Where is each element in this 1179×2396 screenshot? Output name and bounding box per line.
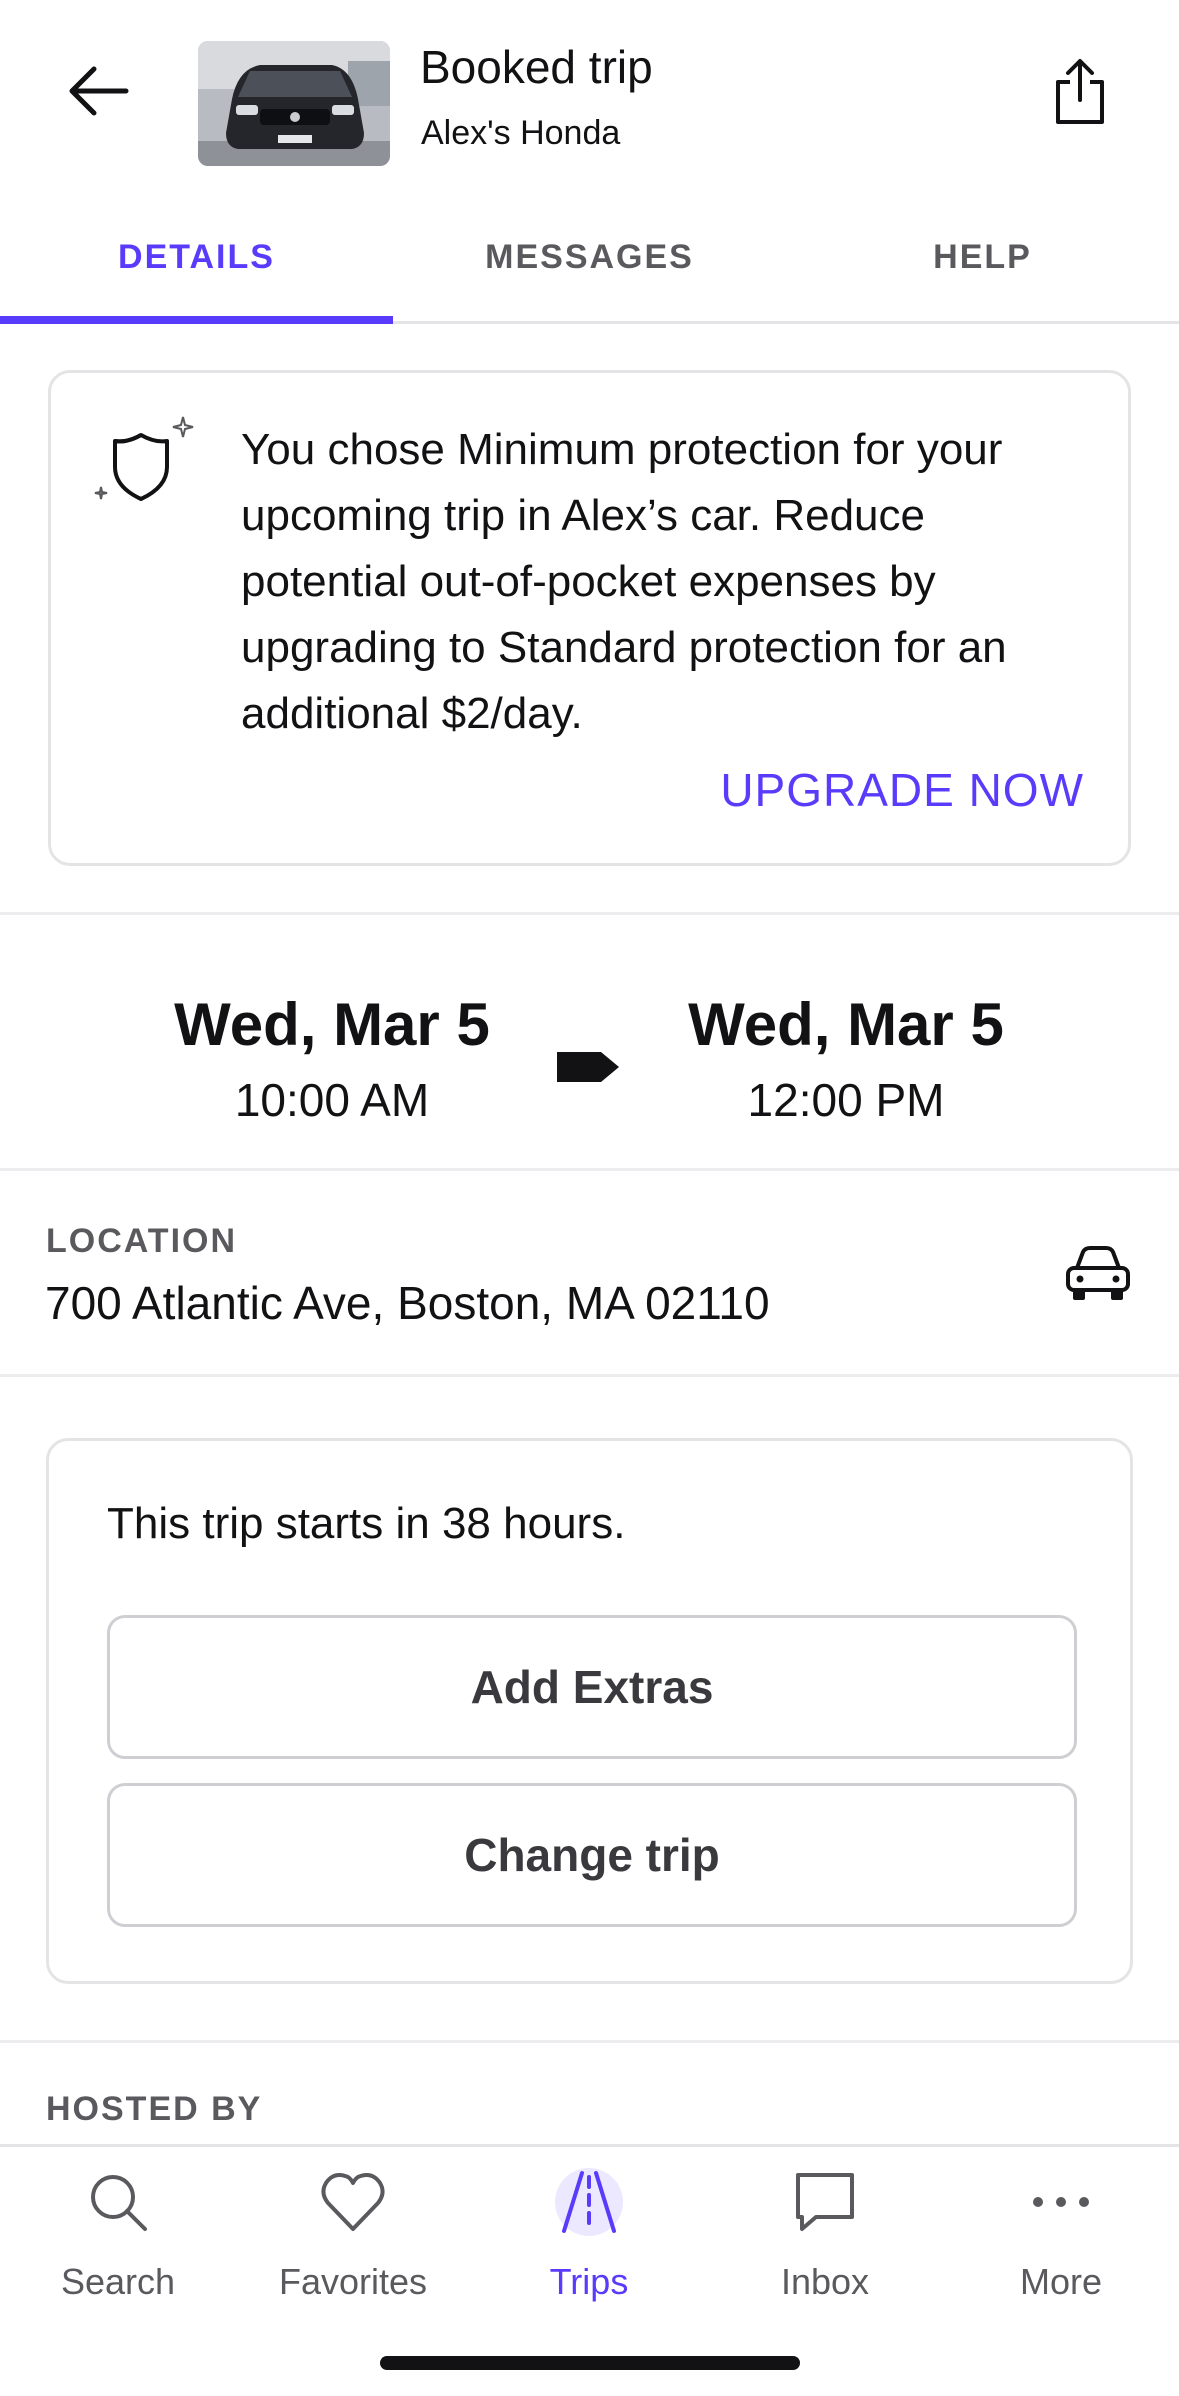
tab-details[interactable]: DETAILS xyxy=(0,190,393,324)
trip-details-screen: Booked trip Alex's Honda DETAILS MESSAGE… xyxy=(0,0,1179,2396)
car-thumbnail xyxy=(198,41,390,166)
car-icon xyxy=(1066,1246,1130,1300)
divider xyxy=(0,2040,1179,2043)
share-button[interactable] xyxy=(1048,56,1112,128)
back-button[interactable] xyxy=(60,55,140,135)
header: Booked trip Alex's Honda xyxy=(0,0,1179,190)
active-tab-indicator xyxy=(0,316,393,324)
road-icon xyxy=(555,2168,623,2236)
date-arrow-icon xyxy=(557,1052,619,1082)
shield-sparkle-icon xyxy=(94,416,194,501)
divider xyxy=(0,1168,1179,1171)
divider xyxy=(0,1374,1179,1377)
trip-actions-card: This trip starts in 38 hours. Add Extras… xyxy=(46,1438,1133,1984)
protection-message: You chose Minimum protection for your up… xyxy=(241,425,1007,738)
protection-card: You chose Minimum protection for your up… xyxy=(48,370,1131,866)
upgrade-now-link[interactable]: UPGRADE NOW xyxy=(720,763,1084,817)
nav-inbox[interactable]: Inbox xyxy=(707,2167,943,2317)
nav-search[interactable]: Search xyxy=(0,2167,236,2317)
end-date: Wed, Mar 5 xyxy=(688,991,1004,1058)
more-icon xyxy=(1033,2197,1089,2207)
nav-label: Trips xyxy=(549,2261,629,2302)
start-date: Wed, Mar 5 xyxy=(174,991,490,1058)
arrow-left-icon xyxy=(69,66,129,116)
tab-messages[interactable]: MESSAGES xyxy=(393,190,786,324)
end-time: 12:00 PM xyxy=(747,1074,945,1126)
nav-trips[interactable]: Trips xyxy=(471,2167,707,2317)
add-extras-button[interactable]: Add Extras xyxy=(107,1615,1077,1759)
nav-favorites[interactable]: Favorites xyxy=(235,2167,471,2317)
divider xyxy=(0,912,1179,915)
trip-countdown: This trip starts in 38 hours. xyxy=(107,1499,626,1548)
tab-help[interactable]: HELP xyxy=(786,190,1179,324)
heart-icon xyxy=(321,2173,385,2231)
nav-label: Inbox xyxy=(780,2261,870,2302)
hosted-by-label: HOSTED BY xyxy=(46,2090,263,2128)
share-icon xyxy=(1056,59,1104,124)
nav-label: More xyxy=(1019,2261,1103,2302)
home-indicator[interactable] xyxy=(380,2356,800,2370)
nav-label: Search xyxy=(60,2261,176,2302)
trip-end[interactable]: Wed, Mar 5 12:00 PM xyxy=(646,990,1046,1127)
search-icon xyxy=(91,2175,147,2231)
nav-more[interactable]: More xyxy=(943,2167,1179,2317)
location-label: LOCATION xyxy=(46,1222,238,1260)
page-title: Booked trip xyxy=(420,41,653,93)
location-address[interactable]: 700 Atlantic Ave, Boston, MA 02110 xyxy=(45,1276,770,1330)
car-name: Alex's Honda xyxy=(421,114,621,152)
start-time: 10:00 AM xyxy=(234,1074,430,1126)
chat-icon xyxy=(796,2173,854,2231)
nav-label: Favorites xyxy=(278,2261,428,2302)
trip-start[interactable]: Wed, Mar 5 10:00 AM xyxy=(132,990,532,1127)
change-trip-button[interactable]: Change trip xyxy=(107,1783,1077,1927)
tab-bar: DETAILS MESSAGES HELP xyxy=(0,190,1179,324)
